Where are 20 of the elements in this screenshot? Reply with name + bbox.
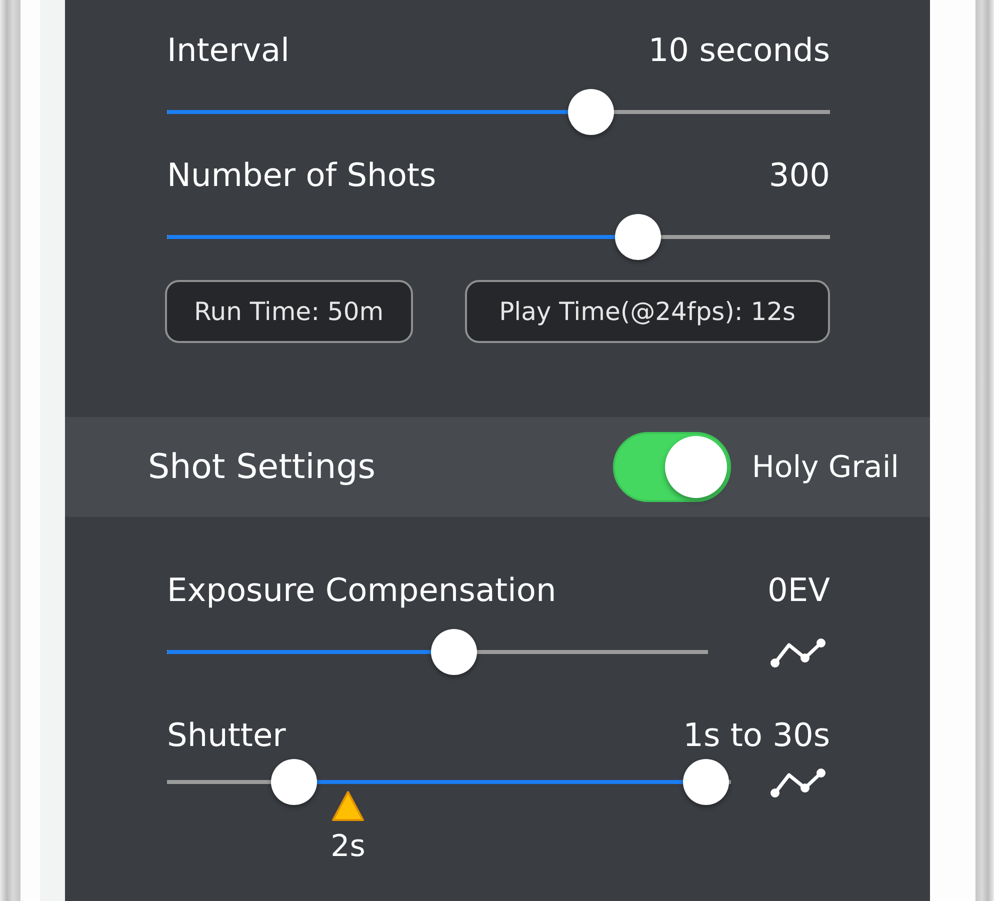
marker-label: 2s	[330, 832, 366, 862]
time-readout: Run Time: 50m	[165, 280, 413, 343]
slider-label: Shutter	[167, 715, 286, 755]
slider-thumb[interactable]	[430, 629, 477, 675]
slider-value: 10 seconds	[648, 30, 830, 70]
slider-thumb[interactable]	[614, 214, 661, 260]
slider-thumb[interactable]	[270, 759, 317, 805]
line-chart-icon[interactable]	[770, 636, 826, 668]
slider-label: Interval	[167, 30, 290, 70]
slider-value: 1s to 30s	[683, 715, 830, 755]
slider-label: Number of Shots	[167, 155, 436, 195]
slider-thumb[interactable]	[683, 759, 730, 805]
slider-label: Exposure Compensation	[167, 570, 556, 610]
slider-thumb[interactable]	[568, 89, 614, 135]
line-chart-icon[interactable]	[770, 766, 826, 798]
slider-value: 300	[768, 155, 830, 195]
slider-value: 0EV	[768, 570, 830, 610]
toggle-label: Holy Grail	[752, 450, 899, 484]
time-readout: Play Time(@24fps): 12s	[464, 280, 830, 343]
section-title: Shot Settings	[148, 447, 376, 487]
